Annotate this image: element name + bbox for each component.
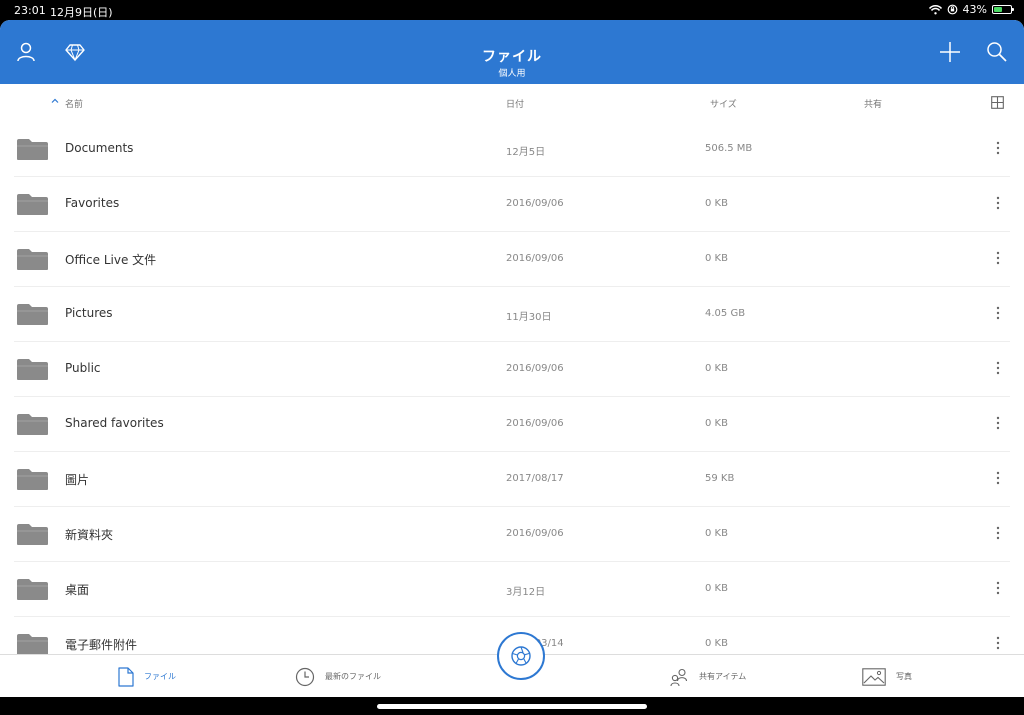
table-row[interactable]: Public 2016/09/06 0 KB xyxy=(0,342,1024,397)
file-icon xyxy=(118,666,134,687)
folder-icon xyxy=(17,579,48,600)
file-name: 桌面 xyxy=(65,583,90,597)
search-icon[interactable] xyxy=(985,40,1009,64)
table-row[interactable]: Documents 12月5日 506.5 MB xyxy=(0,122,1024,177)
camera-shutter-icon xyxy=(511,646,531,666)
column-header: 名前 日付 サイズ 共有 xyxy=(0,84,1024,122)
file-size: 0 KB xyxy=(705,583,728,594)
camera-button[interactable] xyxy=(497,632,545,680)
file-size: 0 KB xyxy=(705,198,728,209)
file-size: 59 KB xyxy=(705,473,735,484)
file-size: 0 KB xyxy=(705,528,728,539)
battery-percent: 43% xyxy=(962,3,987,16)
status-time: 23:01 xyxy=(14,4,46,17)
folder-icon xyxy=(17,359,48,380)
folder-icon xyxy=(17,304,48,325)
shared-people-icon xyxy=(670,668,688,686)
more-options-icon[interactable] xyxy=(993,305,1003,321)
more-options-icon[interactable] xyxy=(993,360,1003,376)
table-row[interactable]: Favorites 2016/09/06 0 KB xyxy=(0,177,1024,232)
more-options-icon[interactable] xyxy=(993,470,1003,486)
file-date: 2017/08/17 xyxy=(506,473,564,484)
file-date: 11月30日 xyxy=(506,312,552,323)
add-icon[interactable] xyxy=(938,40,962,64)
folder-icon xyxy=(17,414,48,435)
tab-photos-label: 写真 xyxy=(896,672,912,681)
tab-recent[interactable]: 最新のファイル xyxy=(295,655,381,697)
file-size: 506.5 MB xyxy=(705,143,753,154)
more-options-icon[interactable] xyxy=(993,525,1003,541)
more-options-icon[interactable] xyxy=(993,415,1003,431)
sort-ascending-icon[interactable] xyxy=(50,96,60,106)
table-row[interactable]: 新資料夾 2016/09/06 0 KB xyxy=(0,507,1024,562)
file-size: 0 KB xyxy=(705,638,728,649)
file-size: 0 KB xyxy=(705,363,728,374)
file-date: 2016/09/06 xyxy=(506,253,564,264)
table-row[interactable]: Pictures 11月30日 4.05 GB xyxy=(0,287,1024,342)
column-size[interactable]: サイズ xyxy=(710,97,737,110)
page-title: ファイル xyxy=(482,49,542,65)
battery-icon xyxy=(992,5,1014,14)
file-name: 電子郵件附件 xyxy=(65,638,138,652)
file-name: 圖片 xyxy=(65,473,90,487)
app-window: ファイル 個人用 名前 日付 サイズ 共有 Documents 12月5日 50… xyxy=(0,20,1024,697)
more-options-icon[interactable] xyxy=(993,195,1003,211)
more-options-icon[interactable] xyxy=(993,140,1003,156)
orientation-lock-icon xyxy=(947,4,957,15)
table-row[interactable]: Office Live 文件 2016/09/06 0 KB xyxy=(0,232,1024,287)
tab-shared[interactable]: 共有アイテム xyxy=(669,655,746,697)
more-options-icon[interactable] xyxy=(993,580,1003,596)
table-row[interactable]: 圖片 2017/08/17 59 KB xyxy=(0,452,1024,507)
tab-bar: ファイル 最新のファイル 共有アイテム 写真 xyxy=(0,632,1024,697)
table-row[interactable]: Shared favorites 2016/09/06 0 KB xyxy=(0,397,1024,452)
file-name: Shared favorites xyxy=(65,416,164,430)
folder-icon xyxy=(17,249,48,270)
file-name: Office Live 文件 xyxy=(65,253,157,267)
column-shared[interactable]: 共有 xyxy=(864,97,882,110)
home-indicator[interactable] xyxy=(377,704,647,709)
wifi-icon xyxy=(928,4,942,14)
tab-files[interactable]: ファイル xyxy=(118,655,176,697)
tab-shared-label: 共有アイテム xyxy=(699,672,747,681)
file-name: Documents xyxy=(65,141,134,155)
folder-icon xyxy=(17,139,48,160)
clock-icon xyxy=(295,667,315,686)
folder-icon xyxy=(17,469,48,490)
file-name: Pictures xyxy=(65,306,113,320)
file-date: 2016/09/06 xyxy=(506,528,564,539)
file-size: 0 KB xyxy=(705,418,728,429)
folder-icon xyxy=(17,194,48,215)
file-name: Public xyxy=(65,361,101,375)
folder-icon xyxy=(17,634,48,655)
file-size: 4.05 GB xyxy=(705,308,746,319)
column-date[interactable]: 日付 xyxy=(506,97,524,110)
table-row[interactable]: 桌面 3月12日 0 KB xyxy=(0,562,1024,617)
status-bar: 23:01 12月9日(日) 43% xyxy=(0,0,1024,20)
tab-files-label: ファイル xyxy=(144,672,176,681)
file-date: 3月12日 xyxy=(506,587,546,598)
file-name: 新資料夾 xyxy=(65,528,114,542)
nav-bar: ファイル 個人用 xyxy=(0,20,1024,84)
file-size: 0 KB xyxy=(705,253,728,264)
file-name: Favorites xyxy=(65,196,120,210)
file-date: 2016/09/06 xyxy=(506,363,564,374)
status-date: 12月9日(日) xyxy=(50,6,113,19)
file-date: 12月5日 xyxy=(506,147,546,158)
page-subtitle: 個人用 xyxy=(498,69,526,79)
file-date: 2016/09/06 xyxy=(506,418,564,429)
tab-recent-label: 最新のファイル xyxy=(325,672,381,681)
file-date: 2016/09/06 xyxy=(506,198,564,209)
more-options-icon[interactable] xyxy=(993,250,1003,266)
tab-photos[interactable]: 写真 xyxy=(862,655,912,697)
column-name[interactable]: 名前 xyxy=(65,97,83,110)
more-options-icon[interactable] xyxy=(993,635,1003,651)
photo-icon xyxy=(862,667,886,686)
folder-icon xyxy=(17,524,48,545)
grid-view-icon[interactable] xyxy=(991,96,1004,109)
